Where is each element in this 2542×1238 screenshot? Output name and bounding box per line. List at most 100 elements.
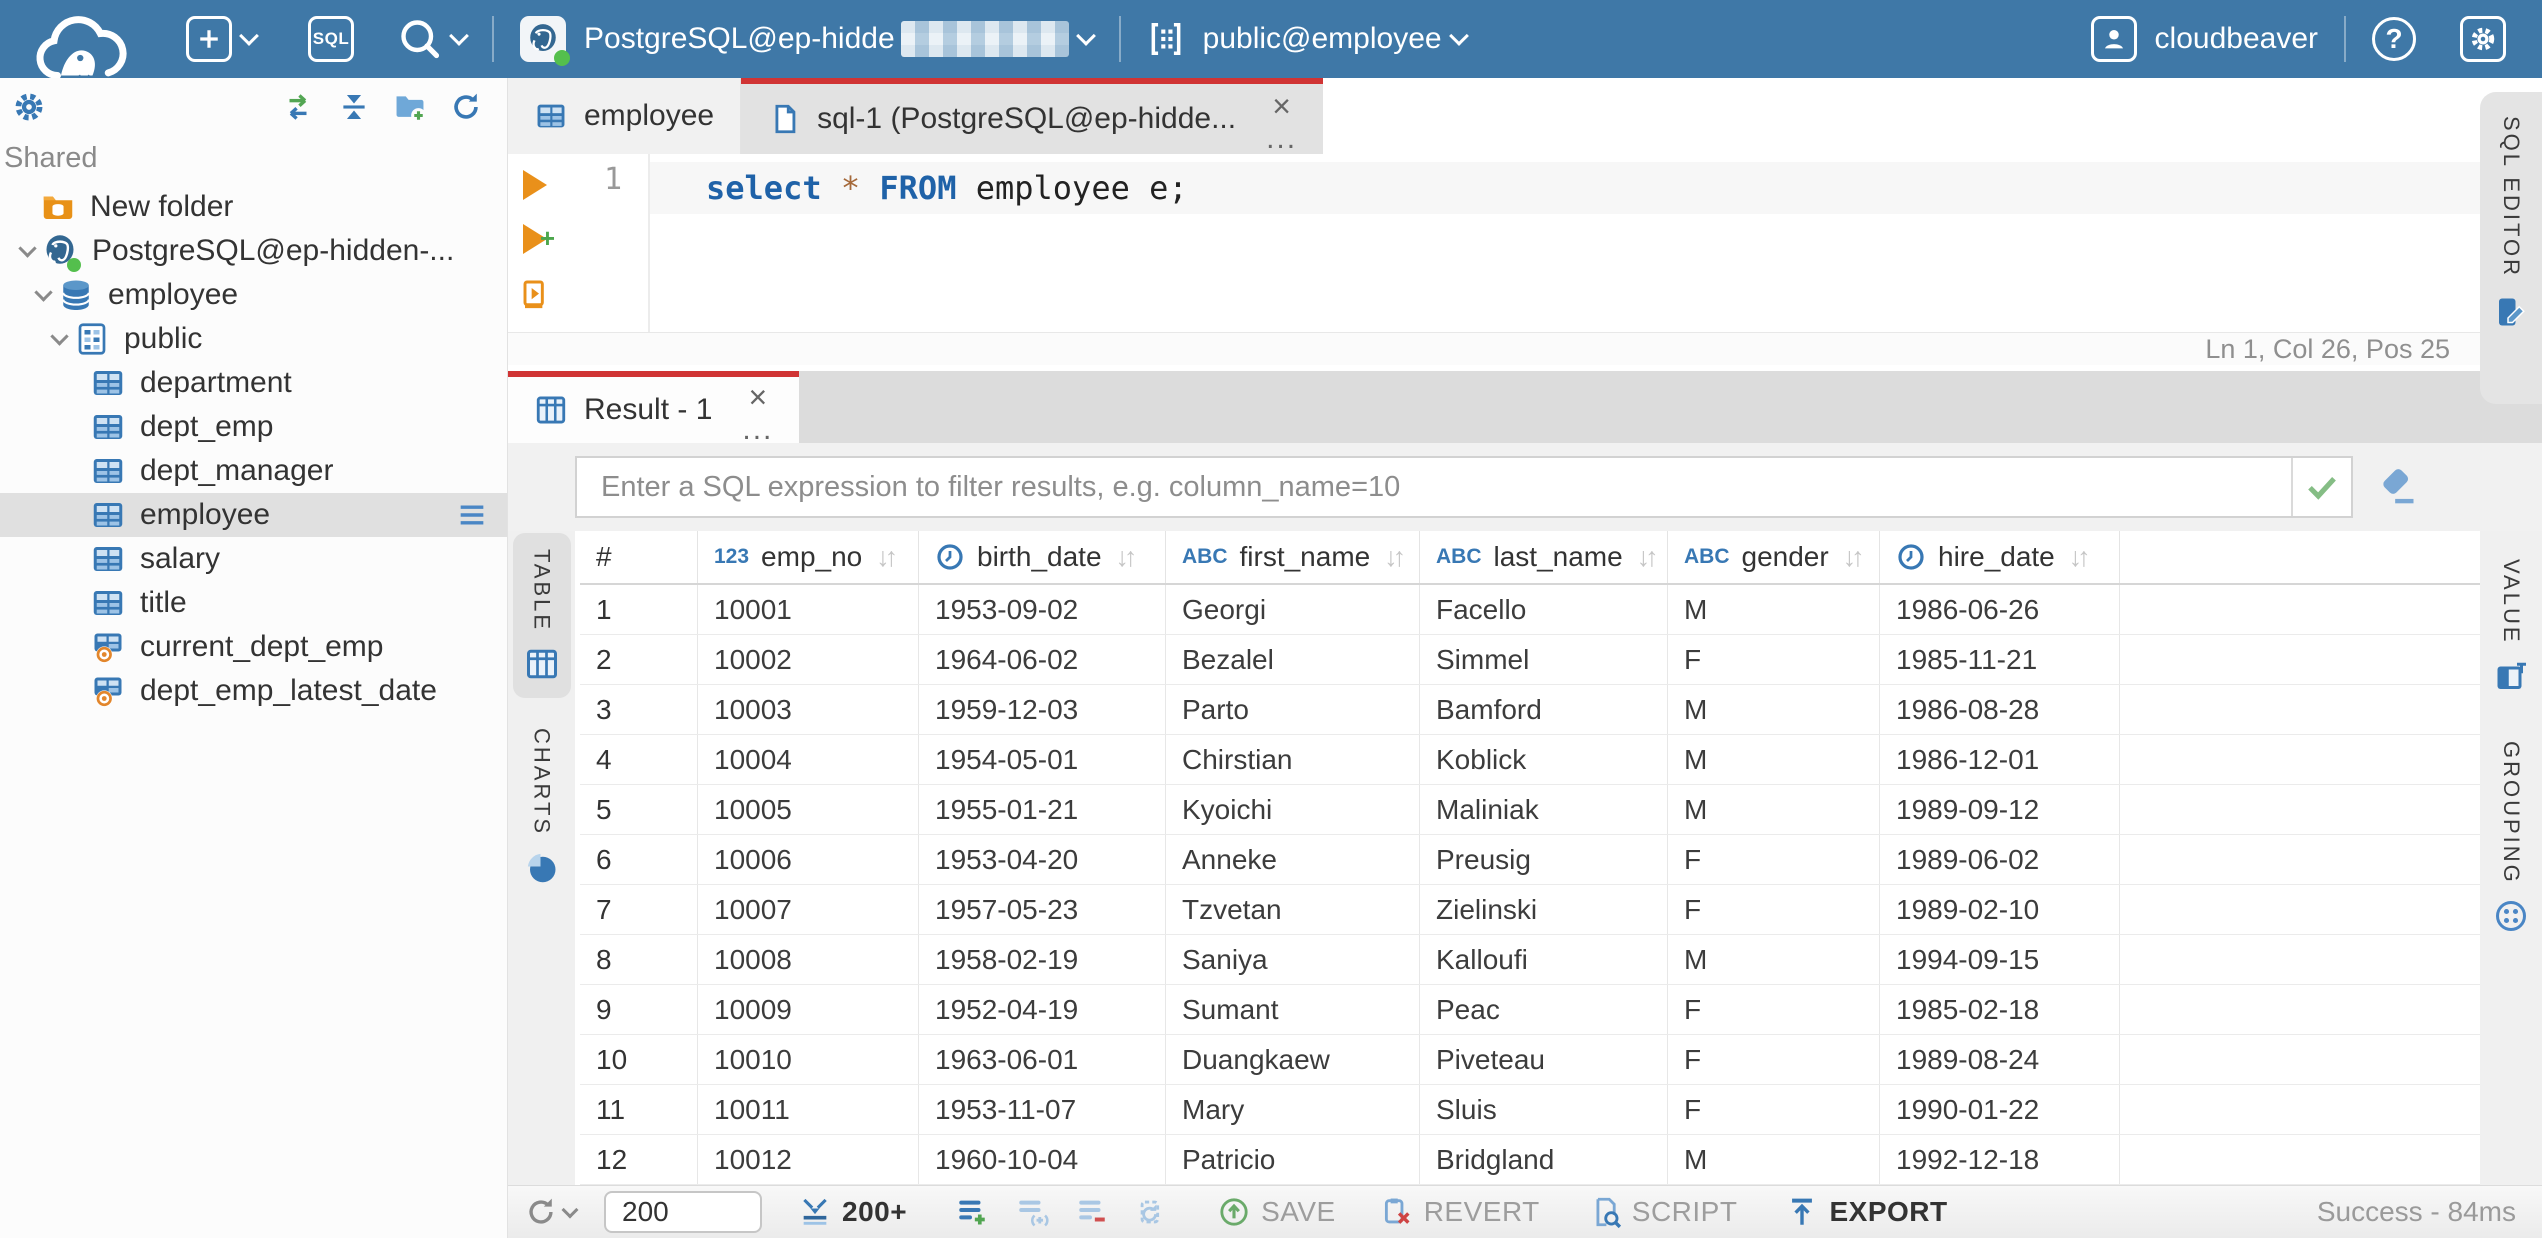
row-number-cell[interactable]: 6 xyxy=(580,835,698,884)
sql-editor-button[interactable]: SQL xyxy=(308,16,354,62)
duplicate-row-button[interactable] xyxy=(1015,1195,1049,1229)
table-cell[interactable]: F xyxy=(1668,635,1880,684)
row-number-cell[interactable]: 10 xyxy=(580,1035,698,1084)
fetch-size-input[interactable] xyxy=(604,1191,762,1233)
table-cell[interactable]: Parto xyxy=(1166,685,1420,734)
chevron-down-icon[interactable] xyxy=(28,283,58,302)
table-cell[interactable]: F xyxy=(1668,1085,1880,1134)
table-cell[interactable]: Tzvetan xyxy=(1166,885,1420,934)
table-cell[interactable]: 1994-09-15 xyxy=(1880,935,2120,984)
table-cell[interactable]: 1959-12-03 xyxy=(919,685,1166,734)
new-object-button[interactable] xyxy=(186,16,232,62)
schema-selector[interactable]: public@employee xyxy=(1147,20,1469,58)
column-header-last_name[interactable]: ABC last_name ↓↑ xyxy=(1420,531,1668,583)
table-cell[interactable]: 1958-02-19 xyxy=(919,935,1166,984)
table-cell[interactable]: 1957-05-23 xyxy=(919,885,1166,934)
table-cell[interactable]: 10007 xyxy=(698,885,919,934)
revert-button[interactable]: REVERT xyxy=(1380,1195,1540,1229)
table-cell[interactable]: M xyxy=(1668,585,1880,634)
table-cell[interactable]: 1954-05-01 xyxy=(919,735,1166,784)
table-cell[interactable]: M xyxy=(1668,785,1880,834)
column-header-hire_date[interactable]: hire_date ↓↑ xyxy=(1880,531,2120,583)
refresh-tree-icon[interactable] xyxy=(449,90,483,124)
add-row-button[interactable] xyxy=(955,1195,989,1229)
close-icon[interactable]: × xyxy=(1272,90,1291,122)
table-cell[interactable]: F xyxy=(1668,885,1880,934)
table-cell[interactable]: Saniya xyxy=(1166,935,1420,984)
row-number-cell[interactable]: 3 xyxy=(580,685,698,734)
chevron-down-icon[interactable] xyxy=(1075,26,1096,46)
connection-selector[interactable]: PostgreSQL@ep-hidde xyxy=(520,16,1096,66)
clear-filter-button[interactable] xyxy=(2375,465,2419,509)
row-number-cell[interactable]: 11 xyxy=(580,1085,698,1134)
table-cell[interactable]: F xyxy=(1668,1035,1880,1084)
tree-item-employee[interactable]: employee xyxy=(0,273,507,317)
help-button[interactable]: ? xyxy=(2372,17,2416,61)
table-cell[interactable]: 10008 xyxy=(698,935,919,984)
tree-item-dept_emp[interactable]: dept_emp xyxy=(0,405,507,449)
table-cell[interactable]: Bezalel xyxy=(1166,635,1420,684)
table-cell[interactable]: Chirstian xyxy=(1166,735,1420,784)
auto-refresh-button[interactable] xyxy=(1135,1195,1169,1229)
code-line[interactable]: select * FROM employee e; xyxy=(650,162,2542,214)
execute-in-new-tab-icon[interactable]: + xyxy=(523,224,555,254)
code-area[interactable]: select * FROM employee e; xyxy=(650,154,2542,332)
table-cell[interactable]: 1990-01-22 xyxy=(1880,1085,2120,1134)
export-button[interactable]: EXPORT xyxy=(1785,1195,1947,1229)
table-cell[interactable]: 1964-06-02 xyxy=(919,635,1166,684)
chevron-down-icon[interactable] xyxy=(12,239,42,258)
filter-input[interactable] xyxy=(577,458,2291,516)
chevron-down-icon[interactable] xyxy=(239,26,259,46)
table-cell[interactable]: 1952-04-19 xyxy=(919,985,1166,1034)
table-cell[interactable]: Simmel xyxy=(1420,635,1668,684)
tree-item-New folder[interactable]: New folder xyxy=(0,185,507,229)
row-number-cell[interactable]: 5 xyxy=(580,785,698,834)
navigator-settings-gear-icon[interactable] xyxy=(12,90,46,124)
tab-employee[interactable]: employee xyxy=(508,78,742,154)
table-cell[interactable]: Patricio xyxy=(1166,1135,1420,1184)
table-cell[interactable]: 1989-08-24 xyxy=(1880,1035,2120,1084)
table-cell[interactable]: Bridgland xyxy=(1420,1135,1668,1184)
column-header-emp_no[interactable]: 123 emp_no ↓↑ xyxy=(698,531,919,583)
table-cell[interactable]: 1955-01-21 xyxy=(919,785,1166,834)
table-cell[interactable]: 1985-11-21 xyxy=(1880,635,2120,684)
sort-icon[interactable]: ↓↑ xyxy=(876,542,898,573)
table-cell[interactable]: Maliniak xyxy=(1420,785,1668,834)
table-cell[interactable]: 1963-06-01 xyxy=(919,1035,1166,1084)
script-button[interactable]: SCRIPT xyxy=(1588,1195,1738,1229)
tree-item-salary[interactable]: salary xyxy=(0,537,507,581)
table-cell[interactable]: 1989-06-02 xyxy=(1880,835,2120,884)
sort-icon[interactable]: ↓↑ xyxy=(1843,542,1865,573)
settings-button[interactable] xyxy=(2460,16,2506,62)
table-cell[interactable]: Preusig xyxy=(1420,835,1668,884)
table-cell[interactable]: F xyxy=(1668,985,1880,1034)
table-cell[interactable]: Kyoichi xyxy=(1166,785,1420,834)
table-cell[interactable]: 10005 xyxy=(698,785,919,834)
table-cell[interactable]: Anneke xyxy=(1166,835,1420,884)
table-cell[interactable]: 1953-04-20 xyxy=(919,835,1166,884)
table-cell[interactable]: Facello xyxy=(1420,585,1668,634)
tree-item-employee[interactable]: employee xyxy=(0,493,507,537)
tab-menu-icon[interactable]: ... xyxy=(1266,124,1297,154)
table-cell[interactable]: 1986-08-28 xyxy=(1880,685,2120,734)
tab-value-panel[interactable]: VALUE xyxy=(2482,543,2540,711)
apply-filter-button[interactable] xyxy=(2291,458,2351,516)
row-number-cell[interactable]: 9 xyxy=(580,985,698,1034)
refresh-result-button[interactable] xyxy=(524,1195,579,1229)
table-cell[interactable]: 1985-02-18 xyxy=(1880,985,2120,1034)
tree-item-dept_emp_latest_date[interactable]: dept_emp_latest_date xyxy=(0,669,507,713)
row-number-cell[interactable]: 12 xyxy=(580,1135,698,1184)
table-cell[interactable]: 10003 xyxy=(698,685,919,734)
chevron-down-icon[interactable] xyxy=(449,26,469,46)
row-number-cell[interactable]: 2 xyxy=(580,635,698,684)
table-cell[interactable]: Georgi xyxy=(1166,585,1420,634)
tab-charts-view[interactable]: CHARTS xyxy=(513,712,571,902)
table-cell[interactable]: 1953-09-02 xyxy=(919,585,1166,634)
row-number-cell[interactable]: 4 xyxy=(580,735,698,784)
save-button[interactable]: SAVE xyxy=(1217,1195,1336,1229)
table-cell[interactable]: 1953-11-07 xyxy=(919,1085,1166,1134)
row-menu-icon[interactable] xyxy=(455,498,489,532)
row-number-cell[interactable]: 8 xyxy=(580,935,698,984)
sync-connection-icon[interactable] xyxy=(281,90,315,124)
table-cell[interactable]: Zielinski xyxy=(1420,885,1668,934)
